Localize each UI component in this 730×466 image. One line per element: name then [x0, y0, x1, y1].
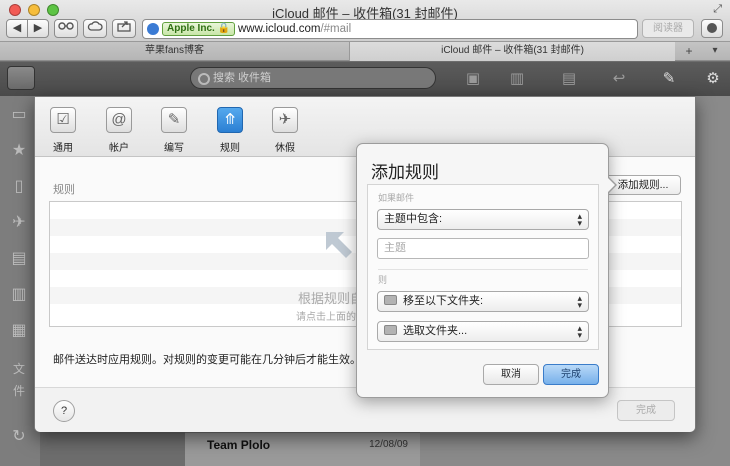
back-button[interactable]: ◀ — [6, 19, 28, 38]
tab-general-label: 通用 — [53, 143, 73, 154]
reader-button[interactable]: 阅读器 — [642, 19, 694, 38]
rules-footnote: 邮件送达时应用规则。对规则的变更可能在几分钟后才能生效。 — [53, 354, 361, 366]
icloud-logo-icon[interactable] — [7, 66, 35, 90]
lock-icon: 🔒 — [217, 23, 231, 34]
tab-apple-fans-blog[interactable]: 苹果fans博客 — [0, 42, 350, 61]
tab-general[interactable]: ☑ 通用 — [43, 107, 83, 154]
downloads-button[interactable] — [701, 19, 723, 38]
vip-star-icon[interactable]: ★ — [8, 140, 30, 162]
updown-chevron-icon: ▴ ▾ — [577, 323, 582, 340]
action-select[interactable]: 移至以下文件夹: ▴ ▾ — [377, 291, 589, 312]
section-divider — [378, 269, 588, 270]
rules-empty-hint: 请点击上面的 — [296, 312, 356, 323]
mail-search-input[interactable]: 搜索 收件箱 — [190, 67, 436, 89]
tab-rules[interactable]: ⤊ 规则 — [210, 107, 250, 154]
folder-icon — [384, 325, 397, 335]
share-button[interactable] — [112, 19, 136, 38]
message-date: 12/08/09 — [369, 439, 408, 450]
forward-button[interactable]: ▶ — [27, 19, 49, 38]
trash-folder-icon[interactable]: ▥ — [8, 284, 30, 306]
archive-folder-icon[interactable]: ▤ — [8, 248, 30, 270]
updown-chevron-icon: ▴ ▾ — [577, 211, 582, 228]
compose-icon[interactable]: ✎ — [660, 70, 678, 88]
popover-arrow — [607, 176, 617, 194]
mail-toolbar: 搜索 收件箱 ▣ ▥ ▤ ↩ ✎ ⚙ — [0, 62, 730, 96]
tab-composing[interactable]: ✎ 编写 — [154, 107, 194, 154]
address-bar[interactable]: Apple Inc. 🔒 www.icloud.com/#mail — [142, 19, 638, 39]
new-tab-button[interactable]: + — [678, 44, 700, 59]
condition-select-value: 主题中包含: — [384, 213, 443, 225]
action-select-value: 移至以下文件夹: — [403, 295, 484, 307]
move-folder-icon[interactable]: ▣ — [464, 70, 482, 88]
message-sender: Team Plolo — [207, 438, 271, 452]
tab-icloud-mail[interactable]: iCloud 邮件 – 收件箱(31 封邮件) — [350, 42, 675, 61]
preferences-done-button[interactable]: 完成 — [617, 400, 675, 421]
tab-rules-label: 规则 — [220, 143, 240, 154]
drafts-icon[interactable]: ▯ — [8, 176, 30, 198]
reply-icon[interactable]: ↩ — [610, 70, 628, 88]
rule-conditions-panel: 如果邮件 主题中包含: ▴ ▾ 主题 则 移至以下文件夹: ▴ ▾ 选取文件夹...… — [367, 184, 599, 350]
tab-bar: 苹果fans博客 iCloud 邮件 – 收件箱(31 封邮件) + ▾ — [0, 42, 730, 61]
checkbox-icon: ☑ — [50, 107, 76, 133]
updown-chevron-icon: ▴ ▾ — [577, 293, 582, 310]
rules-heading: 规则 — [53, 184, 75, 196]
archive-icon[interactable]: ▤ — [560, 70, 578, 88]
trash-icon[interactable]: ▥ — [508, 70, 526, 88]
if-message-label: 如果邮件 — [378, 193, 415, 203]
cancel-button[interactable]: 取消 — [483, 364, 539, 385]
junk-folder-icon[interactable]: ▦ — [8, 320, 30, 342]
rules-empty-title: 根据规则自 — [298, 291, 364, 306]
tab-vacation-label: 休假 — [275, 143, 295, 154]
icloud-tabs-button[interactable] — [83, 19, 107, 38]
ev-certificate-badge[interactable]: Apple Inc. 🔒 — [162, 22, 236, 36]
message-row[interactable]: Team Plolo 12/08/09 — [185, 432, 420, 466]
airplane-icon: ✈ — [272, 107, 298, 133]
folder-select-value: 选取文件夹... — [403, 325, 468, 337]
inbox-icon[interactable]: ▭ — [8, 104, 30, 126]
tab-list-button[interactable]: ▾ — [704, 44, 726, 59]
url-text[interactable]: www.icloud.com/#mail — [238, 23, 351, 35]
tab-accounts[interactable]: @ 帐户 — [99, 107, 139, 154]
then-label: 则 — [378, 275, 388, 285]
cloud-icon — [87, 21, 103, 31]
browser-titlebar: iCloud 邮件 – 收件箱(31 封邮件) ⤢ ◀ ▶ Apple Inc.… — [0, 0, 730, 42]
at-sign-icon: @ — [106, 107, 132, 133]
rules-icon: ⤊ — [217, 107, 243, 133]
arrow-up-left-icon — [326, 232, 352, 258]
fullscreen-icon[interactable]: ⤢ — [713, 3, 722, 16]
glasses-icon — [58, 22, 74, 30]
compose-icon: ✎ — [161, 107, 187, 133]
tab-composing-label: 编写 — [164, 143, 184, 154]
reading-list-button[interactable] — [54, 19, 78, 38]
move-folder-icon — [384, 295, 397, 305]
globe-icon — [147, 23, 159, 35]
folder-select[interactable]: 选取文件夹... ▴ ▾ — [377, 321, 589, 342]
help-button[interactable]: ? — [53, 400, 75, 422]
share-icon — [117, 21, 131, 32]
folders-label: 文件 — [12, 362, 25, 398]
sent-icon[interactable]: ✈ — [8, 212, 30, 234]
done-button[interactable]: 完成 — [543, 364, 599, 385]
tab-accounts-label: 帐户 — [109, 143, 129, 154]
popover-title: 添加规则 — [371, 163, 439, 182]
gear-icon[interactable]: ⚙ — [704, 70, 722, 88]
refresh-icon[interactable]: ↻ — [8, 426, 30, 448]
tab-vacation[interactable]: ✈ 休假 — [265, 107, 305, 154]
add-rule-popover: 添加规则 如果邮件 主题中包含: ▴ ▾ 主题 则 移至以下文件夹: ▴ ▾ 选取文… — [356, 143, 617, 398]
subject-input[interactable]: 主题 — [377, 238, 589, 259]
condition-select[interactable]: 主题中包含: ▴ ▾ — [377, 209, 589, 230]
